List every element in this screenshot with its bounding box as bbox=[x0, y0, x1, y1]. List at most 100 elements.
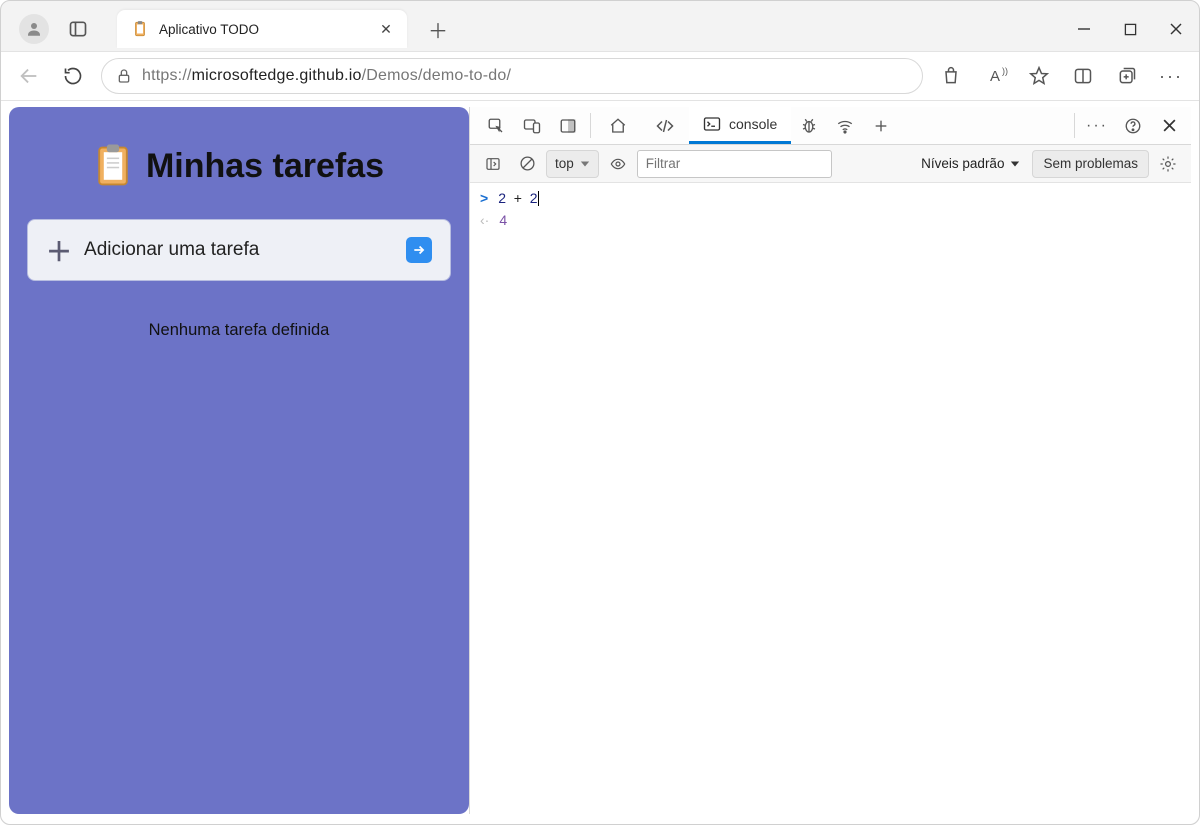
workspace-icon bbox=[68, 19, 88, 39]
profile-avatar[interactable] bbox=[19, 14, 49, 44]
app-heading: Minhas tarefas bbox=[94, 143, 384, 189]
window-minimize-button[interactable] bbox=[1061, 9, 1107, 49]
devtools-help-button[interactable] bbox=[1115, 107, 1151, 144]
collections-button[interactable] bbox=[1107, 57, 1147, 95]
dock-icon bbox=[559, 117, 577, 135]
clear-icon bbox=[519, 155, 536, 172]
tab-elements[interactable] bbox=[641, 107, 689, 144]
input-chevron-icon: > bbox=[480, 190, 488, 206]
read-aloud-icon: A)) bbox=[990, 68, 1000, 85]
devtools-menu-button[interactable]: ··· bbox=[1079, 107, 1115, 144]
arrow-left-icon bbox=[18, 65, 40, 87]
add-task-card[interactable]: ＋ Adicionar uma tarefa bbox=[27, 219, 451, 281]
plus-icon bbox=[873, 118, 889, 134]
tab-title: Aplicativo TODO bbox=[159, 22, 377, 37]
split-screen-button[interactable] bbox=[1063, 57, 1103, 95]
browser-menu-button[interactable]: ··· bbox=[1151, 57, 1191, 95]
nav-back-button[interactable] bbox=[9, 57, 49, 95]
live-expression-button[interactable] bbox=[603, 150, 633, 178]
toggle-sidebar-button[interactable] bbox=[478, 150, 508, 178]
gear-icon bbox=[1159, 155, 1177, 173]
chevron-down-icon bbox=[1010, 159, 1020, 169]
chevron-down-icon bbox=[580, 159, 590, 169]
address-bar: https://microsoftedge.github.io/Demos/de… bbox=[1, 51, 1199, 101]
tab-console[interactable]: console bbox=[689, 107, 791, 144]
ellipsis-icon: ··· bbox=[1086, 117, 1108, 135]
add-task-label: Adicionar uma tarefa bbox=[84, 239, 394, 261]
collections-icon bbox=[1117, 66, 1137, 86]
console-icon bbox=[703, 115, 721, 133]
devtools-close-button[interactable] bbox=[1151, 107, 1187, 144]
tab-welcome[interactable] bbox=[595, 107, 641, 144]
nav-refresh-button[interactable] bbox=[53, 57, 93, 95]
device-emulation-button[interactable] bbox=[514, 107, 550, 144]
levels-label: Níveis padrão bbox=[921, 156, 1004, 171]
output-chevron-icon: ‹· bbox=[480, 212, 489, 228]
devtools-panel: console ··· bbox=[469, 107, 1191, 814]
devices-icon bbox=[523, 117, 541, 135]
console-filter-input[interactable] bbox=[637, 150, 832, 178]
inspect-element-button[interactable] bbox=[478, 107, 514, 144]
app-title: Minhas tarefas bbox=[146, 147, 384, 186]
execution-context-selector[interactable]: top bbox=[546, 150, 599, 178]
console-output[interactable]: > 2 + 2 ‹· 4 bbox=[470, 183, 1191, 814]
plus-icon: ＋ bbox=[46, 232, 72, 269]
workspaces-button[interactable] bbox=[61, 12, 95, 46]
todo-app: Minhas tarefas ＋ Adicionar uma tarefa Ne… bbox=[9, 107, 469, 814]
url-field[interactable]: https://microsoftedge.github.io/Demos/de… bbox=[101, 58, 923, 94]
empty-state: Nenhuma tarefa definida bbox=[149, 321, 330, 340]
tab-close-button[interactable]: ✕ bbox=[377, 20, 395, 38]
help-icon bbox=[1124, 117, 1142, 135]
code-icon bbox=[655, 117, 675, 135]
context-label: top bbox=[555, 156, 574, 171]
url-text: https://microsoftedge.github.io/Demos/de… bbox=[142, 67, 511, 85]
console-toolbar: top Níveis padrão Sem problemas bbox=[470, 145, 1191, 183]
console-expression: 2 + 2 bbox=[498, 190, 538, 207]
wifi-icon bbox=[835, 117, 855, 135]
tab-console-label: console bbox=[729, 116, 777, 132]
minimize-icon bbox=[1077, 22, 1091, 36]
maximize-icon bbox=[1124, 23, 1137, 36]
window-close-button[interactable] bbox=[1153, 9, 1199, 49]
console-settings-button[interactable] bbox=[1153, 150, 1183, 178]
read-aloud-button[interactable]: A)) bbox=[975, 57, 1015, 95]
devtools-tab-bar: console ··· bbox=[470, 107, 1191, 145]
bug-icon bbox=[799, 117, 819, 135]
clear-console-button[interactable] bbox=[512, 150, 542, 178]
lock-icon bbox=[116, 68, 132, 84]
shopping-icon bbox=[941, 66, 961, 86]
console-result: 4 bbox=[499, 212, 507, 228]
sidebar-icon bbox=[484, 156, 502, 172]
shopping-button[interactable] bbox=[931, 57, 971, 95]
favorite-button[interactable] bbox=[1019, 57, 1059, 95]
issues-label: Sem problemas bbox=[1043, 156, 1138, 171]
ellipsis-icon: ··· bbox=[1159, 66, 1183, 87]
split-icon bbox=[1073, 66, 1093, 86]
content-area: Minhas tarefas ＋ Adicionar uma tarefa Ne… bbox=[1, 101, 1199, 824]
issues-button[interactable]: Sem problemas bbox=[1032, 150, 1149, 178]
clipboard-icon bbox=[131, 20, 149, 38]
close-icon bbox=[1162, 118, 1177, 133]
refresh-icon bbox=[63, 66, 83, 86]
tab-network[interactable] bbox=[827, 107, 863, 144]
window-maximize-button[interactable] bbox=[1107, 9, 1153, 49]
title-bar: Aplicativo TODO ✕ ＋ bbox=[1, 1, 1199, 51]
submit-task-button[interactable] bbox=[406, 237, 432, 263]
console-eager-eval: ‹· 4 bbox=[480, 209, 1181, 231]
dock-side-button[interactable] bbox=[550, 107, 586, 144]
clipboard-icon bbox=[94, 143, 132, 189]
eye-icon bbox=[609, 156, 627, 172]
log-levels-selector[interactable]: Níveis padrão bbox=[913, 156, 1028, 171]
star-icon bbox=[1029, 66, 1049, 86]
browser-tab[interactable]: Aplicativo TODO ✕ bbox=[117, 10, 407, 48]
console-input-line: > 2 + 2 bbox=[480, 187, 1181, 209]
arrow-right-icon bbox=[412, 243, 426, 257]
inspect-icon bbox=[487, 117, 505, 135]
close-icon bbox=[1169, 22, 1183, 36]
new-tab-button[interactable]: ＋ bbox=[421, 12, 455, 46]
more-tabs-button[interactable] bbox=[863, 107, 899, 144]
browser-window: Aplicativo TODO ✕ ＋ https://microsoftedg bbox=[0, 0, 1200, 825]
home-icon bbox=[609, 117, 627, 135]
tab-issues[interactable] bbox=[791, 107, 827, 144]
user-icon bbox=[25, 20, 43, 38]
